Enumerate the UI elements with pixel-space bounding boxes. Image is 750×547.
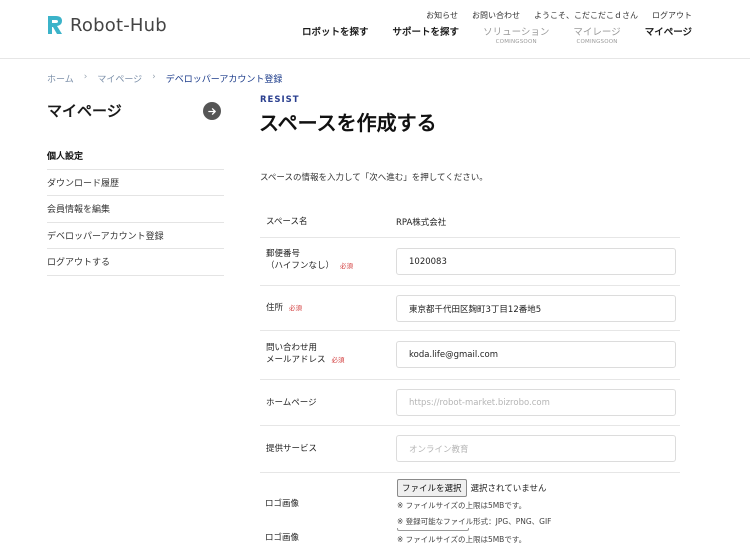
nav-find-robot[interactable]: ロボットを探す: [302, 27, 369, 38]
nav-solution-coming-soon: COMINGSOON: [495, 39, 537, 46]
row-homepage: ホームページ https://robot-market.bizrobo.com: [260, 380, 680, 426]
brand-logo[interactable]: Robot-Hub: [46, 13, 167, 37]
required-badge: 必須: [331, 356, 345, 365]
logo-file-picker: ファイルを選択 選択されていません: [397, 479, 547, 497]
label-email-text: メールアドレス: [266, 355, 326, 366]
label-postal-line1: 郵便番号: [266, 249, 301, 259]
space-form: スペース名 RPA株式会社 郵便番号 （ハイフンなし） 必須 1020083 住所…: [260, 205, 680, 473]
sidebar-item-logout[interactable]: ログアウトする: [47, 249, 224, 276]
nav-solution: ソリューション COMINGSOON: [483, 27, 550, 46]
label-homepage: ホームページ: [266, 398, 317, 408]
main-nav: ロボットを探す サポートを探す ソリューション COMINGSOON マイレージ…: [302, 27, 692, 46]
email-input[interactable]: koda.life@gmail.com: [396, 341, 676, 368]
label-email-line1: 問い合わせ用: [266, 343, 318, 353]
chevron-right-icon: ›: [152, 72, 156, 82]
note-file-format: ※ 登録可能なファイル形式：JPG、PNG、GIF: [397, 517, 552, 526]
nav-find-support-label: サポートを探す: [392, 27, 460, 38]
address-input[interactable]: 東京都千代田区麹町3丁目12番地5: [396, 295, 676, 322]
row-space-name: スペース名 RPA株式会社: [260, 205, 680, 238]
label-space-name: スペース名: [266, 217, 308, 227]
breadcrumb-home[interactable]: ホーム: [47, 72, 74, 85]
breadcrumb-mypage[interactable]: マイページ: [97, 72, 142, 85]
robot-hub-logo-icon: [48, 16, 62, 34]
breadcrumb-current: デベロッパーアカウント登録: [165, 75, 283, 85]
file-input-outline: [397, 528, 469, 531]
chevron-right-icon: ›: [83, 72, 88, 82]
breadcrumb: ホーム › マイページ › デベロッパーアカウント登録: [47, 72, 282, 85]
nav-mypage[interactable]: マイページ: [644, 27, 692, 38]
site-header: Robot-Hub お知らせ お問い合わせ ようこそ、こだこだこｄさん ログアウ…: [0, 0, 750, 59]
row-postal: 郵便番号 （ハイフンなし） 必須 1020083: [260, 238, 680, 286]
brand-name: Robot-Hub: [70, 14, 167, 36]
sidebar-item-edit-member[interactable]: 会員情報を編集: [47, 196, 224, 223]
section-eyebrow: RESIST: [260, 95, 300, 105]
page-title: スペースを作成する: [259, 111, 437, 135]
note-file-size: ※ ファイルサイズの上限は5MBです。: [397, 501, 527, 510]
sidebar-item-developer-register[interactable]: デベロッパーアカウント登録: [47, 223, 224, 249]
welcome-user[interactable]: ようこそ、こだこだこｄさん: [534, 10, 638, 21]
sidebar-title: マイページ: [47, 102, 122, 120]
row-address: 住所 必須 東京都千代田区麹町3丁目12番地5: [260, 286, 680, 331]
nav-mypage-label: マイページ: [644, 27, 692, 38]
sidebar-item-download-history[interactable]: ダウンロード履歴: [47, 170, 224, 196]
sidebar-item-personal-settings[interactable]: 個人設定: [47, 143, 224, 170]
row-service: 提供サービス オンライン教育: [260, 426, 680, 473]
required-badge: 必須: [289, 304, 303, 312]
required-badge: 必須: [340, 262, 354, 271]
arrow-right-icon[interactable]: [203, 102, 221, 120]
choose-file-button[interactable]: ファイルを選択: [397, 479, 467, 497]
label-postal: 郵便番号 （ハイフンなし） 必須: [266, 248, 353, 273]
label-logo-image: ロゴ画像: [265, 499, 300, 509]
utility-links: お知らせ お問い合わせ ようこそ、こだこだこｄさん ログアウト: [426, 10, 692, 21]
label-email: 問い合わせ用 メールアドレス 必須: [266, 342, 345, 367]
nav-mileage-coming-soon: COMINGSOON: [576, 39, 618, 46]
label-logo-image-2: ロゴ画像: [265, 533, 300, 543]
nav-find-robot-label: ロボットを探す: [302, 27, 369, 38]
label-address-text: 住所: [266, 303, 284, 313]
file-status: 選択されていません: [470, 484, 547, 494]
link-contact[interactable]: お問い合わせ: [472, 10, 520, 21]
label-service: 提供サービス: [266, 444, 318, 454]
nav-mileage-label: マイレージ: [573, 27, 621, 38]
nav-solution-label: ソリューション: [483, 27, 550, 38]
nav-find-support[interactable]: サポートを探す: [392, 27, 460, 38]
row-email: 問い合わせ用 メールアドレス 必須 koda.life@gmail.com: [260, 331, 680, 380]
nav-mileage: マイレージ COMINGSOON: [573, 27, 621, 46]
note-file-size-2: ※ ファイルサイズの上限は5MBです。: [397, 535, 527, 544]
value-space-name: RPA株式会社: [396, 218, 447, 228]
label-postal-line2: （ハイフンなし） 必須: [266, 260, 353, 272]
link-news[interactable]: お知らせ: [426, 10, 458, 21]
label-email-line2: メールアドレス 必須: [266, 354, 345, 366]
sidebar-menu: 個人設定 ダウンロード履歴 会員情報を編集 デベロッパーアカウント登録 ログアウ…: [47, 143, 224, 276]
link-logout[interactable]: ログアウト: [652, 10, 692, 21]
postal-input[interactable]: 1020083: [396, 248, 676, 275]
label-postal-hint: （ハイフンなし）: [266, 261, 335, 272]
label-address: 住所 必須: [266, 302, 302, 314]
service-input[interactable]: オンライン教育: [396, 435, 676, 462]
homepage-input[interactable]: https://robot-market.bizrobo.com: [396, 389, 676, 416]
intro-text: スペースの情報を入力して「次へ進む」を押してください。: [260, 173, 488, 183]
